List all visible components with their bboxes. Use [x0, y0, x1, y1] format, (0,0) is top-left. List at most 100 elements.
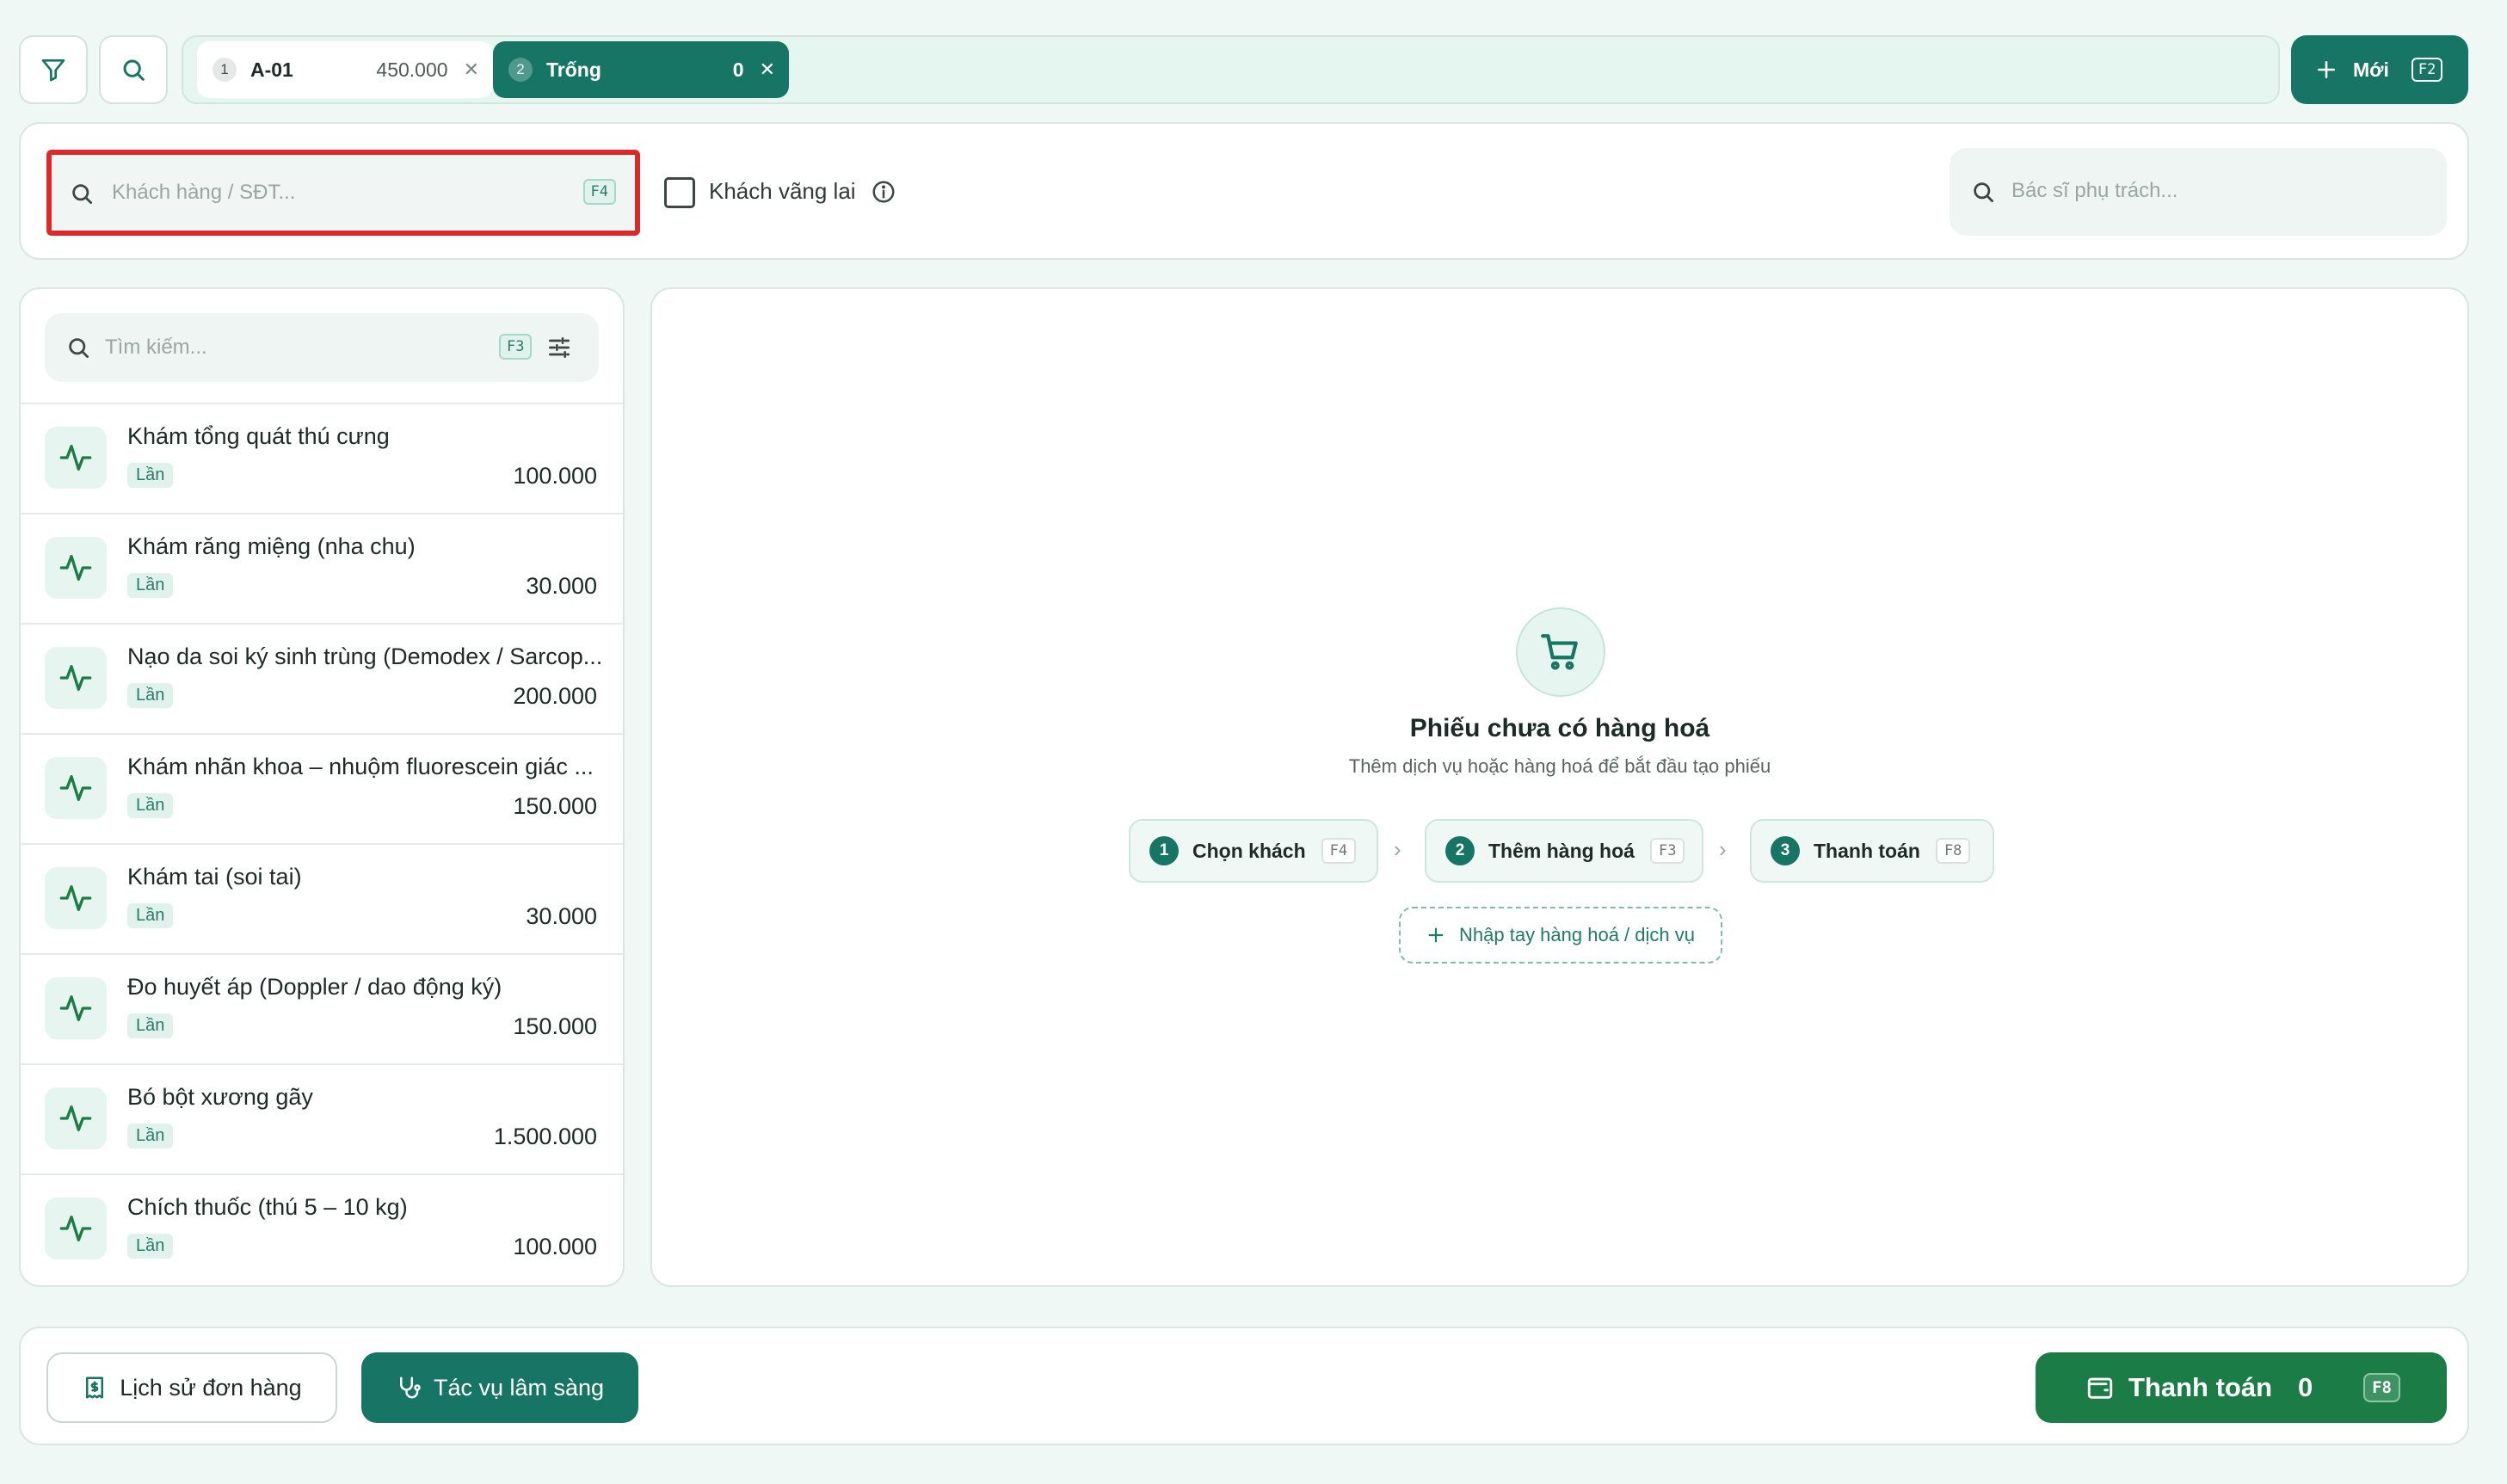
step-number: 2 — [1445, 836, 1475, 865]
tab-amount: 0 — [732, 58, 744, 81]
step-choose-customer[interactable]: 1 Chọn khách F4 — [1129, 819, 1378, 883]
item-name: Khám nhãn khoa – nhuộm fluorescein giác … — [127, 754, 594, 779]
list-item[interactable]: Đo huyết áp (Doppler / dao động ký) Lần … — [21, 953, 623, 1063]
clinical-tasks-button[interactable]: Tác vụ lâm sàng — [361, 1352, 638, 1423]
shortcut-badge: F8 — [1935, 838, 1971, 864]
customer-panel: Khách hàng / SĐT... F4 Khách vãng lai Bá… — [19, 122, 2469, 260]
close-tab-icon[interactable]: ✕ — [464, 58, 479, 81]
order-history-button[interactable]: Lịch sử đơn hàng — [46, 1352, 337, 1423]
empty-cart-title: Phiếu chưa có hàng hoá — [1409, 714, 1710, 742]
shortcut-badge: F8 — [2363, 1373, 2400, 1402]
tab-amount: 450.000 — [376, 58, 448, 81]
clinical-tasks-label: Tác vụ lâm sàng — [433, 1374, 605, 1401]
bottom-action-bar: Lịch sử đơn hàng Tác vụ lâm sàng Thanh t… — [19, 1327, 2469, 1445]
activity-icon — [45, 647, 107, 709]
activity-icon — [45, 427, 107, 489]
tab-name: Trống — [546, 58, 601, 81]
doctor-search-input[interactable]: Bác sĩ phụ trách... — [1950, 148, 2447, 236]
wallet-icon — [2085, 1373, 2115, 1402]
item-unit: Lần — [127, 793, 174, 818]
search-button[interactable] — [99, 35, 168, 104]
order-history-label: Lịch sử đơn hàng — [120, 1374, 302, 1401]
step-checkout[interactable]: 3 Thanh toán F8 — [1750, 819, 1994, 883]
doctor-search-placeholder: Bác sĩ phụ trách... — [2011, 179, 2178, 202]
search-icon — [1970, 179, 1996, 205]
catalog-search-placeholder: Tìm kiếm... — [105, 336, 207, 359]
shortcut-badge: F3 — [499, 334, 533, 360]
list-item[interactable]: Bó bột xương gãy Lần 1.500.000 — [21, 1063, 623, 1173]
item-price: 150.000 — [513, 1013, 597, 1039]
activity-icon — [45, 1198, 107, 1259]
receipt-icon — [82, 1375, 108, 1401]
manual-entry-label: Nhập tay hàng hoá / dịch vụ — [1459, 924, 1695, 945]
info-icon[interactable] — [871, 179, 896, 205]
item-price: 100.000 — [513, 1234, 597, 1259]
item-unit: Lần — [127, 1124, 174, 1148]
checkout-label: Thanh toán — [2128, 1372, 2273, 1402]
item-name: Khám tổng quát thú cưng — [127, 423, 390, 449]
customer-search-input[interactable]: Khách hàng / SĐT... F4 — [46, 150, 640, 236]
item-unit: Lần — [127, 1234, 174, 1259]
shortcut-badge: F4 — [582, 179, 616, 205]
tab-number: 2 — [508, 58, 533, 82]
item-price: 150.000 — [513, 793, 597, 819]
chevron-right-icon: › — [1394, 836, 1401, 862]
item-name: Khám tai (soi tai) — [127, 864, 302, 890]
checkout-amount: 0 — [2298, 1372, 2313, 1402]
shopping-cart-icon — [1516, 607, 1605, 697]
search-icon — [69, 181, 95, 206]
step-label: Thêm hàng hoá — [1488, 839, 1635, 862]
service-catalog: Tìm kiếm... F3 Khám tổng quát thú cưng L… — [19, 287, 625, 1287]
list-item[interactable]: Khám tổng quát thú cưng Lần 100.000 — [21, 403, 623, 513]
sliders-icon[interactable] — [545, 334, 573, 361]
item-unit: Lần — [127, 1013, 174, 1038]
list-item[interactable]: Chích thuốc (thú 5 – 10 kg) Lần 100.000 — [21, 1173, 623, 1284]
new-order-label: Mới — [2353, 58, 2389, 81]
step-label: Thanh toán — [1814, 839, 1920, 862]
order-tab-1[interactable]: 1 A-01 450.000 ✕ — [197, 41, 493, 98]
item-name: Đo huyết áp (Doppler / dao động ký) — [127, 974, 502, 1000]
item-price: 1.500.000 — [493, 1124, 597, 1149]
search-icon — [65, 335, 91, 360]
step-add-goods[interactable]: 2 Thêm hàng hoá F3 — [1425, 819, 1703, 883]
activity-icon — [45, 867, 107, 929]
list-item[interactable]: Khám răng miệng (nha chu) Lần 30.000 — [21, 513, 623, 623]
step-number: 3 — [1771, 836, 1800, 865]
item-name: Chích thuốc (thú 5 – 10 kg) — [127, 1194, 408, 1220]
item-price: 30.000 — [526, 573, 597, 599]
stethoscope-icon — [396, 1375, 422, 1401]
order-tab-2[interactable]: 2 Trống 0 ✕ — [493, 41, 789, 98]
filter-icon — [40, 56, 67, 83]
checkout-button[interactable]: Thanh toán 0 F8 — [2036, 1352, 2447, 1423]
item-price: 30.000 — [526, 903, 597, 929]
activity-icon — [45, 537, 107, 599]
new-order-button[interactable]: Mới F2 — [2291, 35, 2468, 104]
chevron-right-icon: › — [1719, 836, 1727, 862]
item-name: Khám răng miệng (nha chu) — [127, 533, 416, 559]
plus-icon — [1426, 926, 1445, 945]
item-price: 100.000 — [513, 463, 597, 489]
close-tab-icon[interactable]: ✕ — [760, 58, 775, 81]
manual-entry-button[interactable]: Nhập tay hàng hoá / dịch vụ — [1399, 907, 1722, 964]
catalog-search-input[interactable]: Tìm kiếm... F3 — [45, 313, 599, 382]
item-name: Bó bột xương gãy — [127, 1084, 313, 1110]
empty-cart-subtitle: Thêm dịch vụ hoặc hàng hoá để bắt đầu tạ… — [1348, 755, 1771, 777]
walkin-checkbox[interactable] — [664, 177, 695, 208]
cart-panel: Phiếu chưa có hàng hoá Thêm dịch vụ hoặc… — [650, 287, 2469, 1287]
customer-search-placeholder: Khách hàng / SĐT... — [112, 181, 296, 204]
item-unit: Lần — [127, 463, 174, 488]
activity-icon — [45, 1087, 107, 1149]
walkin-label: Khách vãng lai — [709, 178, 856, 204]
shortcut-badge: F3 — [1649, 838, 1685, 864]
list-item[interactable]: Nạo da soi ký sinh trùng (Demodex / Sarc… — [21, 623, 623, 733]
list-item[interactable]: Khám nhãn khoa – nhuộm fluorescein giác … — [21, 733, 623, 843]
list-item[interactable]: Khám tai (soi tai) Lần 30.000 — [21, 843, 623, 953]
filter-button[interactable] — [19, 35, 88, 104]
catalog-list: Khám tổng quát thú cưng Lần 100.000 Khám… — [21, 403, 623, 1284]
step-number: 1 — [1149, 836, 1179, 865]
activity-icon — [45, 977, 107, 1039]
tab-number: 1 — [213, 58, 237, 82]
item-unit: Lần — [127, 683, 174, 708]
item-price: 200.000 — [513, 683, 597, 709]
shortcut-badge: F2 — [2411, 58, 2443, 82]
